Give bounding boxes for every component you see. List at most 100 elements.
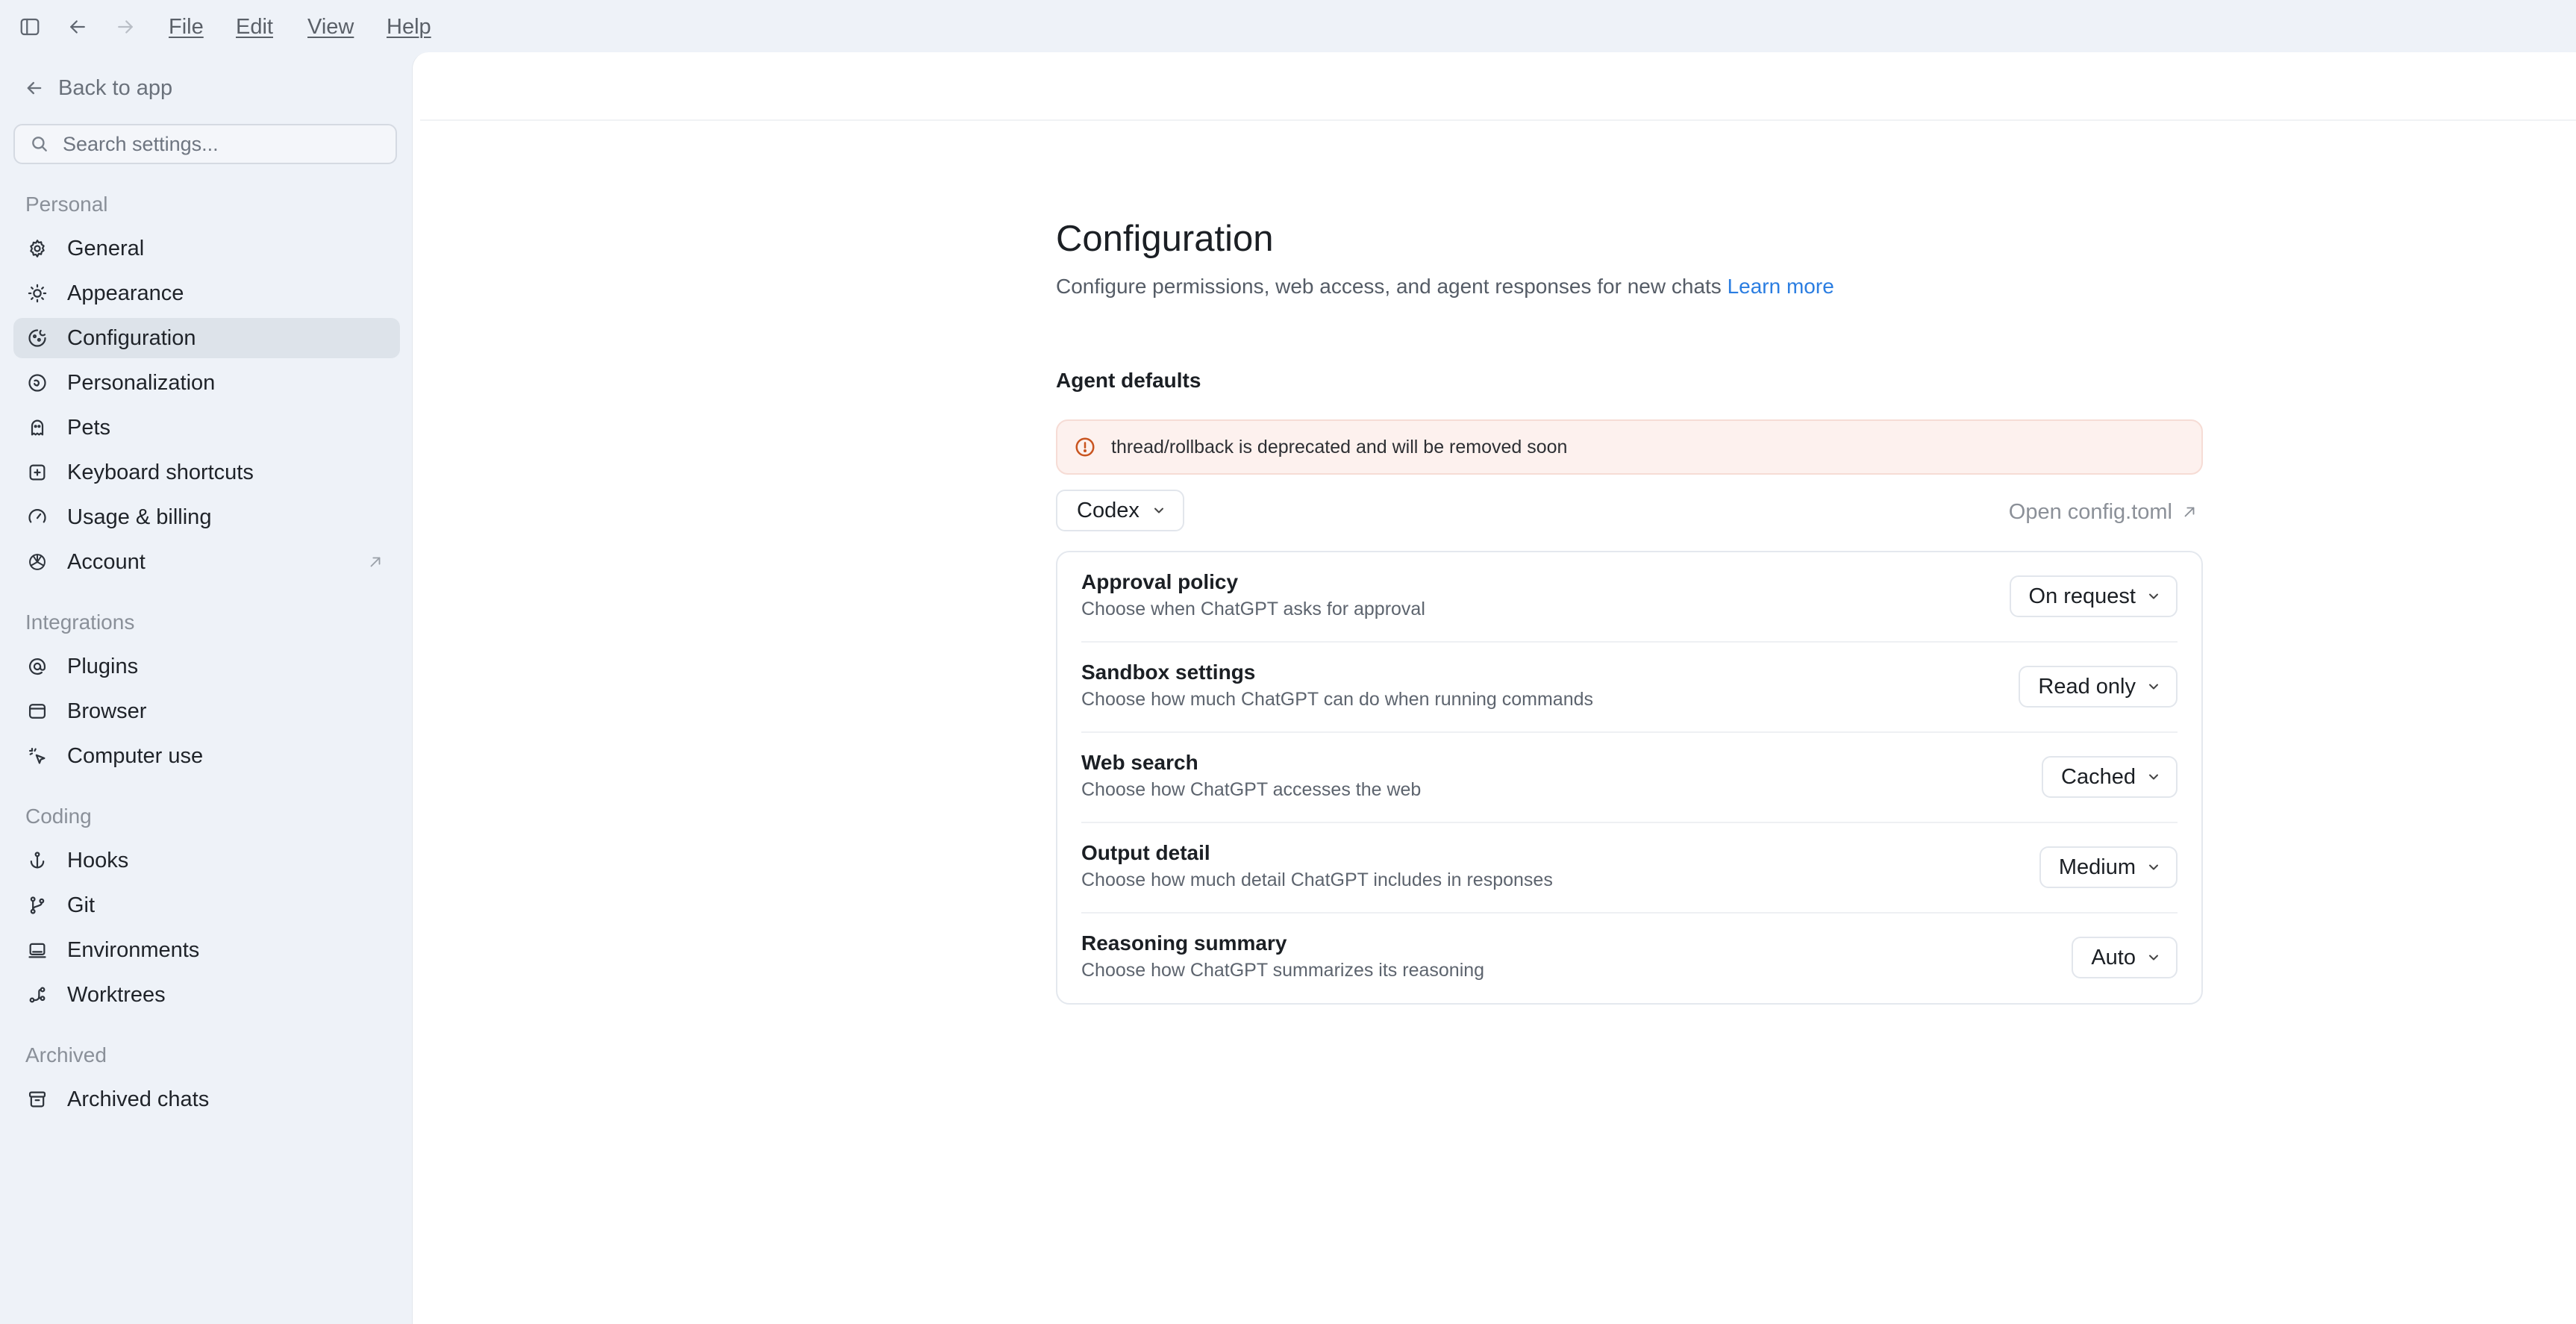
profile-select-dropdown[interactable]: Codex — [1056, 490, 1184, 531]
sidebar-item-browser[interactable]: Browser — [13, 691, 400, 731]
sidebar-item-plugins[interactable]: Plugins — [13, 646, 400, 687]
setting-title: Sandbox settings — [1081, 661, 1256, 684]
sidebar-item-pets[interactable]: Pets — [13, 407, 400, 448]
approval-policy-select[interactable]: On request — [2009, 575, 2178, 617]
warning-circle-icon — [1074, 436, 1096, 458]
config-icon — [27, 328, 48, 349]
setting-description: Choose when ChatGPT asks for approval — [1081, 599, 1425, 619]
page-subtitle: Configure permissions, web access, and a… — [1056, 275, 1834, 299]
select-value: On request — [2028, 584, 2136, 608]
sidebar-item-keyboard-shortcuts[interactable]: Keyboard shortcuts — [13, 452, 400, 493]
chevron-down-icon — [2146, 950, 2161, 965]
chevron-down-icon — [2146, 769, 2161, 784]
page-title: Configuration — [1056, 219, 1274, 259]
settings-sidebar: Back to app Personal General Appearance … — [0, 0, 412, 1270]
setting-description: Choose how much ChatGPT can do when runn… — [1081, 689, 1594, 710]
openai-icon — [27, 552, 48, 572]
setting-description: Choose how ChatGPT summarizes its reason… — [1081, 960, 1485, 981]
sidebar-item-worktrees[interactable]: Worktrees — [13, 975, 400, 1015]
page-subtitle-text: Configure permissions, web access, and a… — [1056, 275, 1722, 298]
section-integrations-heading: Integrations — [25, 611, 135, 634]
select-value: Read only — [2038, 674, 2136, 699]
alert-text: thread/rollback is deprecated and will b… — [1111, 436, 1568, 458]
browser-icon — [27, 701, 48, 722]
external-link-icon — [2181, 504, 2198, 520]
search-settings-box[interactable] — [13, 124, 397, 164]
sidebar-item-label: Configuration — [67, 325, 196, 350]
worktree-icon — [27, 984, 48, 1005]
setting-title: Output detail — [1081, 841, 1210, 864]
setting-row-output-detail: Output detail Choose how much detail Cha… — [1081, 823, 2178, 914]
sidebar-item-label: General — [67, 236, 145, 260]
sidebar-item-label: Archived chats — [67, 1087, 210, 1111]
setting-description: Choose how much detail ChatGPT includes … — [1081, 869, 1553, 890]
gear-icon — [27, 238, 48, 259]
setting-title: Approval policy — [1081, 570, 1239, 593]
sidebar-item-label: Appearance — [67, 281, 184, 305]
sidebar-item-appearance[interactable]: Appearance — [13, 273, 400, 313]
open-config-label: Open config.toml — [2008, 499, 2172, 524]
setting-title: Web search — [1081, 751, 1198, 774]
sidebar-item-label: Environments — [67, 937, 200, 962]
search-settings-input[interactable] — [61, 131, 378, 157]
setting-description: Choose how ChatGPT accesses the web — [1081, 779, 1422, 800]
setting-row-reasoning-summary: Reasoning summary Choose how ChatGPT sum… — [1081, 914, 2178, 1004]
sidebar-item-personalization[interactable]: Personalization — [13, 363, 400, 403]
select-value: Cached — [2061, 764, 2136, 789]
sidebar-item-environments[interactable]: Environments — [13, 930, 400, 970]
sidebar-item-general[interactable]: General — [13, 228, 400, 269]
external-link-icon — [367, 554, 384, 570]
sidebar-item-hooks[interactable]: Hooks — [13, 840, 400, 881]
keyboard-icon — [27, 462, 48, 483]
chevron-down-icon — [2146, 860, 2161, 875]
gauge-icon — [27, 507, 48, 528]
pet-icon — [27, 417, 48, 438]
laptop-icon — [27, 940, 48, 961]
git-branch-icon — [27, 895, 48, 916]
sidebar-item-git[interactable]: Git — [13, 885, 400, 925]
learn-more-link[interactable]: Learn more — [1728, 275, 1834, 298]
cursor-icon — [27, 746, 48, 766]
reasoning-summary-select[interactable]: Auto — [2072, 937, 2178, 978]
sidebar-item-label: Usage & billing — [67, 505, 212, 529]
plugin-icon — [27, 656, 48, 677]
sidebar-item-computer-use[interactable]: Computer use — [13, 736, 400, 776]
select-value: Medium — [2058, 855, 2136, 879]
settings-main-panel: Configuration Configure permissions, web… — [412, 52, 2576, 1324]
sun-icon — [27, 283, 48, 304]
sidebar-item-account[interactable]: Account — [13, 542, 400, 582]
section-personal-heading: Personal — [25, 193, 108, 216]
output-detail-select[interactable]: Medium — [2039, 846, 2178, 888]
sidebar-item-configuration[interactable]: Configuration — [13, 318, 400, 358]
back-to-app-label: Back to app — [58, 75, 173, 100]
agent-defaults-card: Approval policy Choose when ChatGPT asks… — [1056, 551, 2203, 1005]
personalization-icon — [27, 372, 48, 393]
sidebar-item-label: Worktrees — [67, 982, 166, 1007]
search-icon — [30, 134, 49, 154]
web-search-select[interactable]: Cached — [2042, 756, 2178, 798]
sidebar-item-label: Browser — [67, 699, 147, 723]
section-coding-heading: Coding — [25, 805, 92, 828]
chevron-down-icon — [1151, 503, 1166, 518]
sandbox-settings-select[interactable]: Read only — [2019, 666, 2178, 708]
agent-defaults-heading: Agent defaults — [1056, 369, 1201, 392]
open-config-toml-link[interactable]: Open config.toml — [2009, 497, 2198, 527]
sidebar-item-label: Computer use — [67, 743, 204, 768]
chevron-down-icon — [2146, 679, 2161, 694]
archive-icon — [27, 1089, 48, 1110]
sidebar-item-archived-chats[interactable]: Archived chats — [13, 1079, 400, 1120]
header-divider — [420, 119, 2576, 121]
sidebar-item-label: Account — [67, 549, 146, 574]
chevron-down-icon — [2146, 589, 2161, 604]
profile-select-value: Codex — [1077, 498, 1139, 522]
arrow-left-icon — [24, 78, 45, 99]
setting-row-approval-policy: Approval policy Choose when ChatGPT asks… — [1081, 552, 2178, 643]
sidebar-item-label: Personalization — [67, 370, 216, 395]
sidebar-item-label: Pets — [67, 415, 111, 440]
setting-row-sandbox-settings: Sandbox settings Choose how much ChatGPT… — [1081, 643, 2178, 733]
sidebar-item-label: Plugins — [67, 654, 139, 678]
sidebar-item-label: Keyboard shortcuts — [67, 460, 254, 484]
back-to-app-link[interactable]: Back to app — [24, 72, 172, 104]
deprecation-alert: thread/rollback is deprecated and will b… — [1056, 419, 2203, 475]
sidebar-item-usage-billing[interactable]: Usage & billing — [13, 497, 400, 537]
